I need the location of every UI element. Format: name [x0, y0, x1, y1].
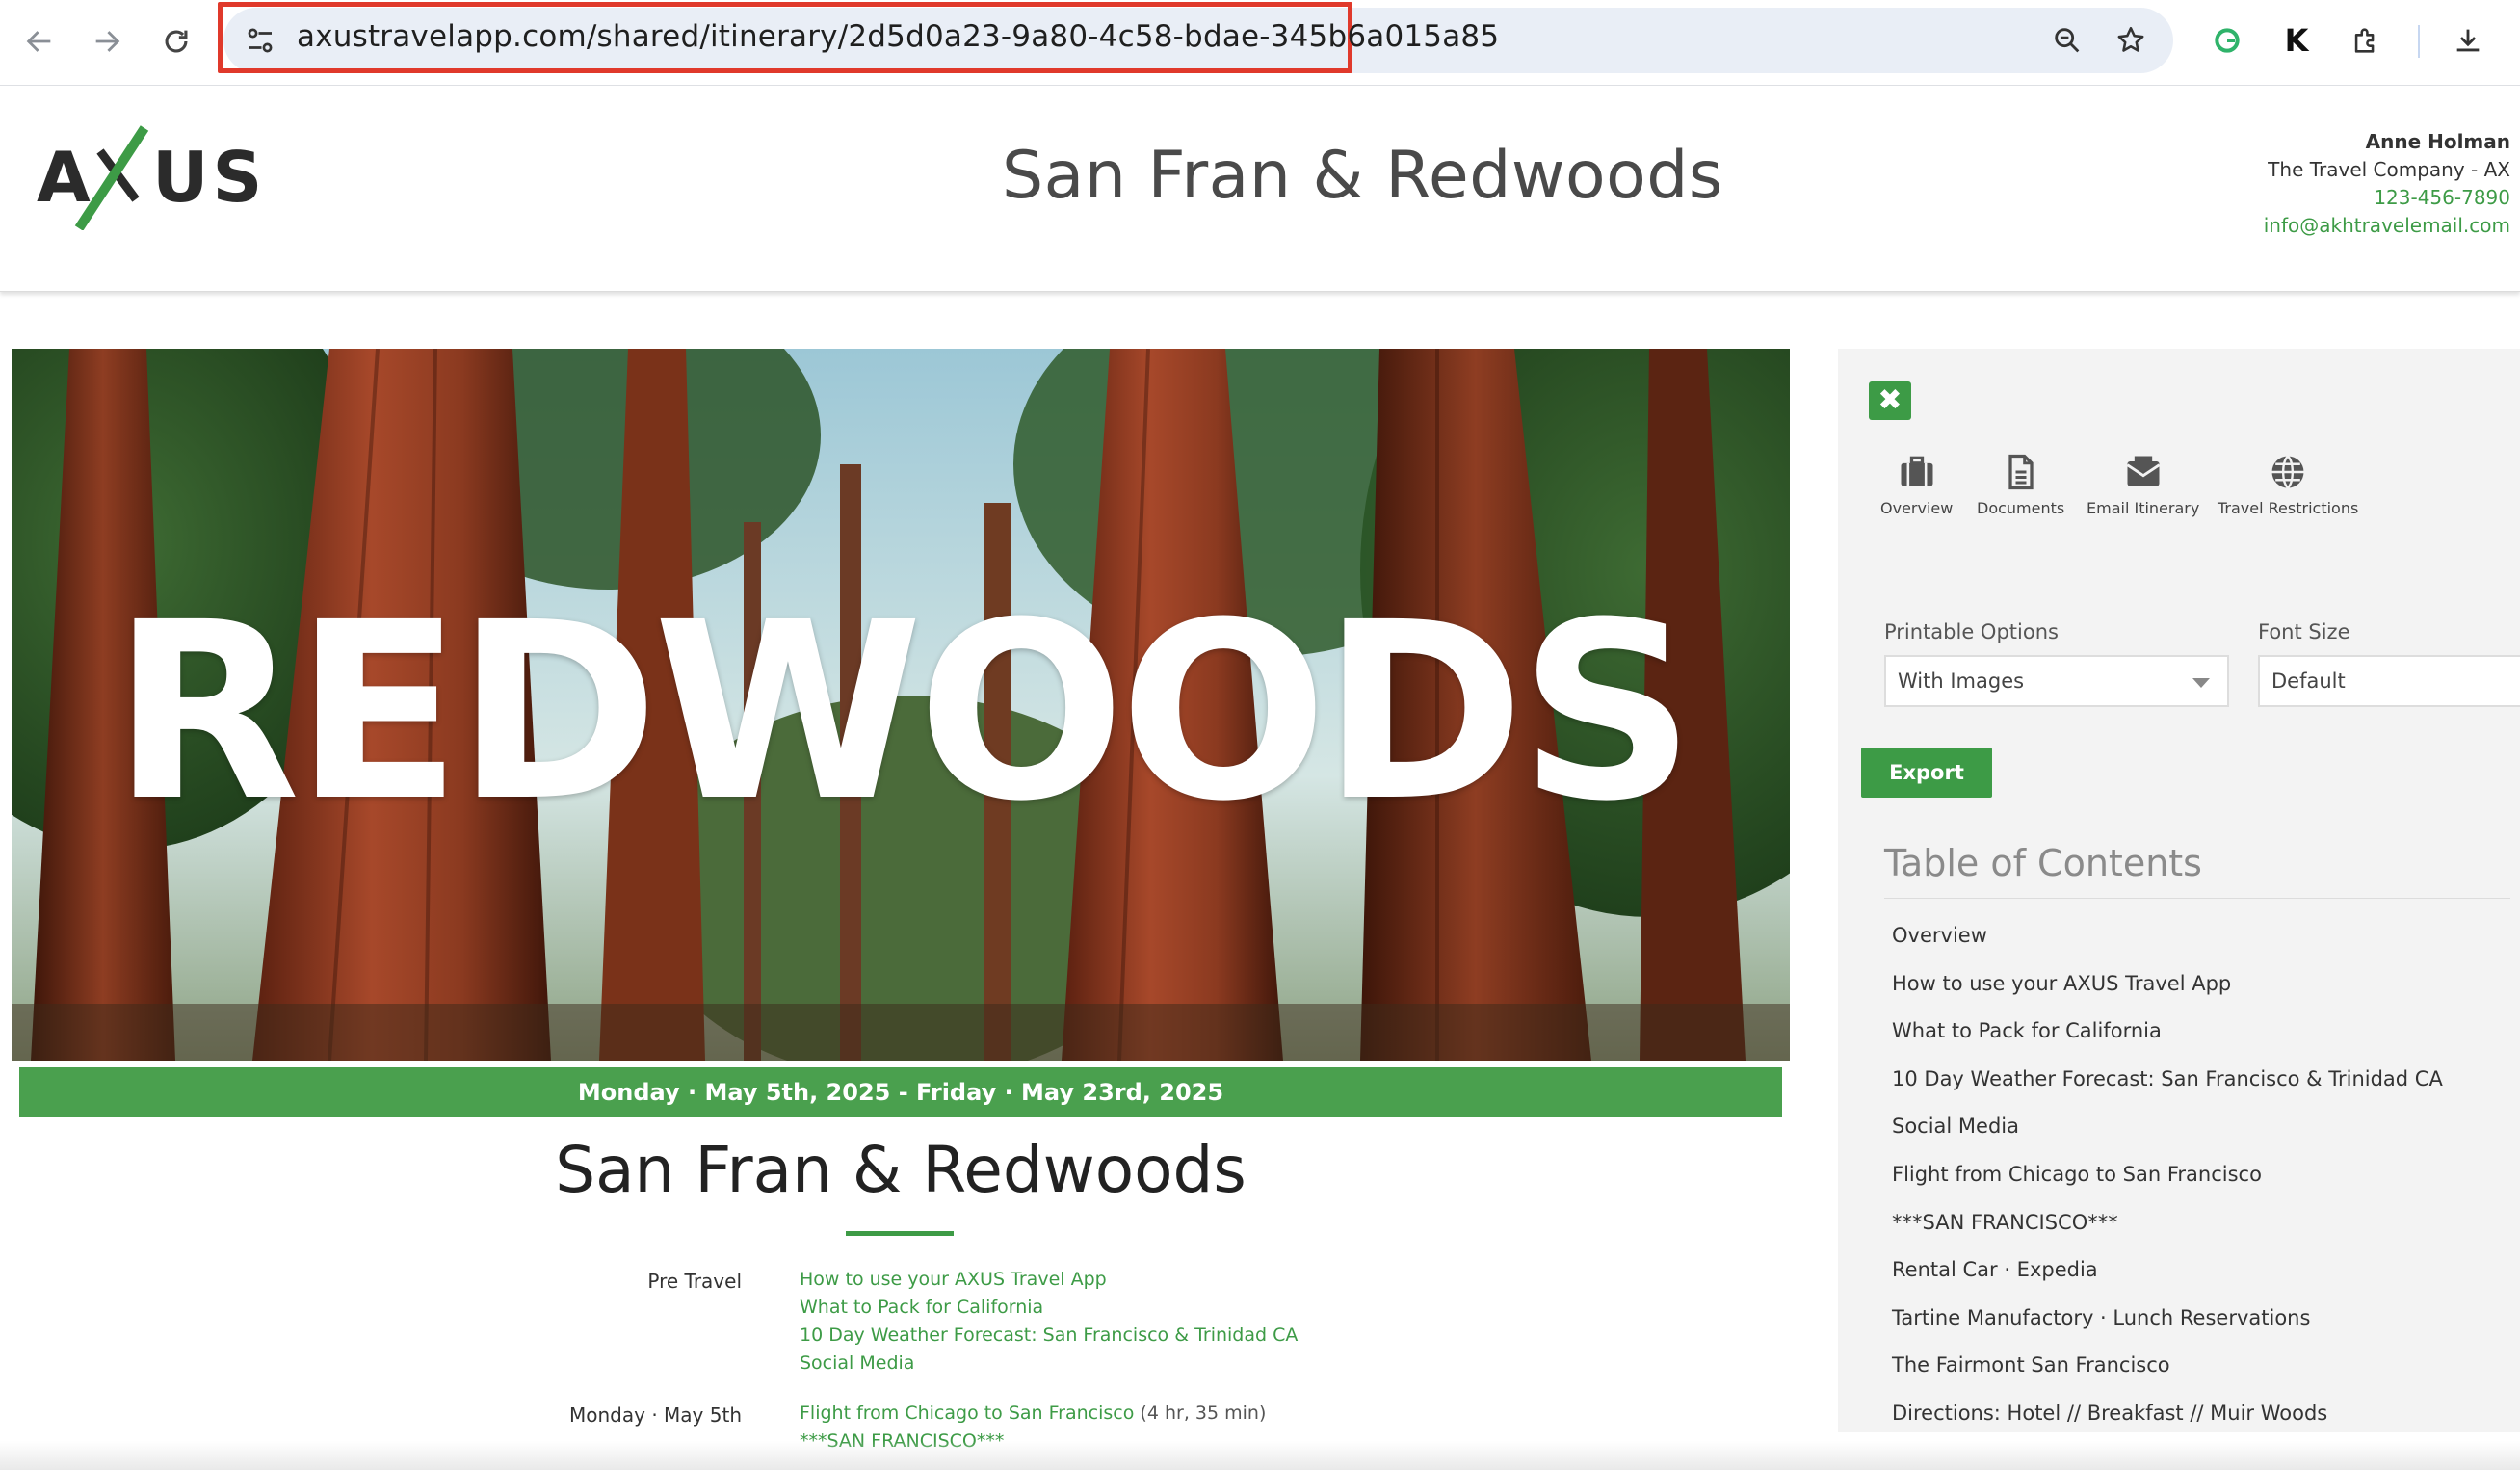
- agenda-link[interactable]: What to Pack for California: [800, 1294, 1298, 1322]
- toc-item[interactable]: ***SAN FRANCISCO***: [1892, 1206, 2443, 1254]
- briefcase-icon: [1901, 456, 1933, 486]
- agenda-day-label: Pre Travel: [647, 1270, 742, 1293]
- agenda-day-label: Monday · May 5th: [569, 1404, 742, 1427]
- bookmark-button[interactable]: [2110, 19, 2152, 62]
- toc-item[interactable]: Directions: Hotel // Breakfast // Muir W…: [1892, 1397, 2443, 1445]
- reload-button[interactable]: [152, 17, 200, 66]
- toc-item[interactable]: The Fairmont San Francisco: [1892, 1349, 2443, 1397]
- arrow-left-icon: [26, 31, 51, 52]
- itinerary-sidebar: ✖ Overview Documents Email Itinerary Tra…: [1838, 349, 2520, 1432]
- tool-label: Email Itinerary: [2087, 499, 2200, 517]
- agenda-duration: (4 hr, 35 min): [1140, 1403, 1267, 1424]
- printable-options-select[interactable]: With Images: [1884, 655, 2229, 707]
- travel-restrictions-tool-button[interactable]: Travel Restrictions: [2218, 451, 2358, 517]
- font-size-label: Font Size: [2258, 620, 2350, 643]
- document-icon: [2008, 454, 2034, 490]
- agenda-link[interactable]: How to use your AXUS Travel App: [800, 1266, 1298, 1294]
- agent-company: The Travel Company - AX: [2268, 158, 2510, 181]
- extensions-button[interactable]: [2345, 19, 2387, 62]
- star-icon: [2117, 26, 2144, 52]
- agenda-day-items: How to use your AXUS Travel App What to …: [800, 1266, 1298, 1378]
- puzzle-icon: [2354, 28, 2375, 53]
- download-icon: [2456, 29, 2480, 52]
- globe-icon: [2271, 455, 2304, 489]
- axus-logo: A US: [37, 125, 258, 230]
- toc-item[interactable]: How to use your AXUS Travel App: [1892, 967, 2443, 1015]
- toc-item[interactable]: 10 Day Weather Forecast: San Francisco &…: [1892, 1063, 2443, 1111]
- chevron-down-icon: [2192, 678, 2210, 688]
- overview-tool-button[interactable]: Overview: [1880, 451, 1953, 517]
- title-underline: [846, 1231, 954, 1236]
- agent-email-link[interactable]: info@akhtravelemail.com: [2264, 212, 2510, 240]
- grammarly-extension-button[interactable]: [2206, 19, 2248, 62]
- bottom-shadow: [0, 1441, 2520, 1470]
- agent-name: Anne Holman: [2365, 130, 2510, 153]
- trip-title: San Fran & Redwoods: [555, 1133, 1247, 1207]
- svg-text:US: US: [152, 137, 258, 218]
- arrow-right-icon: [95, 31, 120, 52]
- export-button[interactable]: Export: [1861, 748, 1992, 798]
- trip-date-range: Monday · May 5th, 2025 - Friday · May 23…: [19, 1067, 1782, 1117]
- toc-divider: [1884, 898, 2510, 899]
- hero-overlay-text: REDWOODS: [112, 569, 1695, 854]
- svg-text:A: A: [37, 137, 96, 218]
- agenda-link[interactable]: 10 Day Weather Forecast: San Francisco &…: [800, 1322, 1298, 1350]
- toc-title: Table of Contents: [1884, 842, 2202, 884]
- k-extension-icon: K: [2284, 22, 2309, 59]
- tool-label: Overview: [1880, 499, 1954, 517]
- agent-contact: Anne Holman The Travel Company - AX 123-…: [2264, 128, 2510, 240]
- hero-image: REDWOODS: [12, 349, 1790, 1061]
- k-extension-button[interactable]: K: [2275, 19, 2318, 62]
- toc-item[interactable]: Tartine Manufactory · Lunch Reservations: [1892, 1301, 2443, 1350]
- downloads-button[interactable]: [2447, 19, 2489, 62]
- toc-item[interactable]: Flight from Chicago to San Francisco: [1892, 1158, 2443, 1206]
- grammarly-icon: [2215, 28, 2240, 53]
- back-button[interactable]: [15, 17, 64, 66]
- tool-label: Documents: [1977, 499, 2065, 517]
- toolbar-divider: [2418, 25, 2420, 58]
- toc-item[interactable]: Overview: [1892, 919, 2443, 967]
- site-header: A US San Fran & Redwoods Anne Holman The…: [0, 86, 2520, 292]
- browser-toolbar: axustravelapp.com/shared/itinerary/2d5d0…: [0, 0, 2520, 86]
- url-text[interactable]: axustravelapp.com/shared/itinerary/2d5d0…: [297, 19, 1499, 54]
- magnifier-icon: [2055, 28, 2080, 53]
- toc-item[interactable]: What to Pack for California: [1892, 1014, 2443, 1063]
- reload-icon: [165, 30, 188, 53]
- agenda-link[interactable]: Flight from Chicago to San Francisco: [800, 1403, 1134, 1424]
- toc-item[interactable]: Social Media: [1892, 1110, 2443, 1158]
- email-itinerary-tool-button[interactable]: Email Itinerary: [2087, 451, 2199, 517]
- toc-item[interactable]: Rental Car · Expedia: [1892, 1253, 2443, 1301]
- header-title: San Fran & Redwoods: [1002, 138, 1723, 214]
- documents-tool-button[interactable]: Documents: [1977, 451, 2064, 517]
- toc-list: Overview How to use your AXUS Travel App…: [1892, 919, 2443, 1445]
- agenda-link[interactable]: Social Media: [800, 1350, 1298, 1378]
- forward-button[interactable]: [83, 17, 131, 66]
- agenda-row: Flight from Chicago to San Francisco (4 …: [800, 1400, 1266, 1428]
- font-size-select[interactable]: Default: [2258, 655, 2520, 707]
- tool-label: Travel Restrictions: [2218, 499, 2359, 517]
- font-size-value: Default: [2271, 669, 2346, 693]
- envelope-icon: [2126, 456, 2160, 486]
- agent-phone-link[interactable]: 123-456-7890: [2264, 184, 2510, 212]
- zoom-button[interactable]: [2046, 19, 2088, 62]
- site-info-icon[interactable]: [243, 23, 277, 58]
- printable-options-value: With Images: [1898, 669, 2025, 693]
- printable-options-label: Printable Options: [1884, 620, 2059, 643]
- close-icon: ✖: [1877, 383, 1903, 417]
- close-sidebar-button[interactable]: ✖: [1869, 381, 1911, 420]
